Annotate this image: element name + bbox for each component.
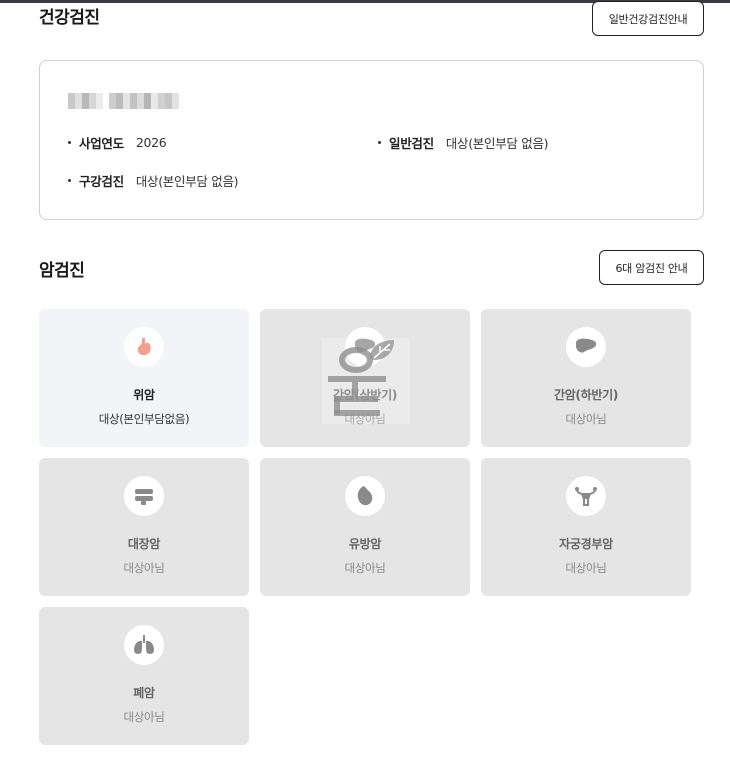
- year-label: 사업연도: [79, 136, 124, 151]
- cancer-name: 폐암: [133, 686, 155, 700]
- bullet: [378, 141, 381, 144]
- general-label: 일반검진: [389, 136, 434, 151]
- redacted-name: [68, 93, 179, 109]
- info-general-row: 일반검진 대상(본인부담 없음): [378, 133, 549, 152]
- health-checkup-info-card: 사업연도 2026 일반검진 대상(본인부담 없음) 구강검진 대상(본인부담 …: [39, 60, 704, 220]
- colon-icon: [124, 476, 164, 516]
- cancer-status: 대상아님: [344, 561, 386, 575]
- cancer-checkup-guide-button[interactable]: 6대 암검진 안내: [599, 250, 704, 285]
- breast-icon: [345, 476, 385, 516]
- cancer-card-breast[interactable]: 유방암 대상아님: [260, 458, 470, 596]
- cancer-card-stomach[interactable]: 위암 대상(본인부담없음): [39, 309, 249, 447]
- uterus-icon: [566, 476, 606, 516]
- cancer-status: 대상아님: [565, 561, 607, 575]
- cancer-card-colon[interactable]: 대장암 대상아님: [39, 458, 249, 596]
- cancer-status: 대상아님: [123, 710, 165, 724]
- health-checkup-title: 건강검진: [39, 8, 100, 28]
- cancer-name: 간암(하반기): [553, 388, 619, 402]
- cancer-status: 대상아님: [565, 412, 607, 426]
- cancer-card-liver-second-half[interactable]: 간암(하반기) 대상아님: [481, 309, 691, 447]
- lungs-icon: [124, 625, 164, 665]
- cancer-name: 위암: [133, 388, 155, 402]
- liver-icon: [566, 327, 606, 367]
- bullet: [68, 141, 71, 144]
- info-oral-row: 구강검진 대상(본인부담 없음): [68, 171, 239, 190]
- oral-label: 구강검진: [79, 174, 124, 189]
- bullet: [68, 179, 71, 182]
- cancer-name: 대장암: [127, 537, 161, 551]
- cancer-card-lung[interactable]: 폐암 대상아님: [39, 607, 249, 745]
- cancer-checkup-title: 암검진: [39, 261, 85, 281]
- watermark-logo-icon: [322, 338, 412, 424]
- info-year-row: 사업연도 2026: [68, 133, 167, 152]
- cancer-status: 대상아님: [123, 561, 165, 575]
- cancer-name: 자궁경부암: [559, 537, 613, 551]
- general-checkup-guide-button[interactable]: 일반건강검진안내: [592, 1, 704, 36]
- cancer-card-cervical[interactable]: 자궁경부암 대상아님: [481, 458, 691, 596]
- cancer-name: 유방암: [348, 537, 382, 551]
- oral-value: 대상(본인부담 없음): [135, 174, 239, 189]
- general-value: 대상(본인부담 없음): [445, 136, 549, 151]
- stomach-icon: [124, 327, 164, 367]
- cancer-status: 대상(본인부담없음): [98, 412, 190, 426]
- year-value: 2026: [135, 135, 167, 150]
